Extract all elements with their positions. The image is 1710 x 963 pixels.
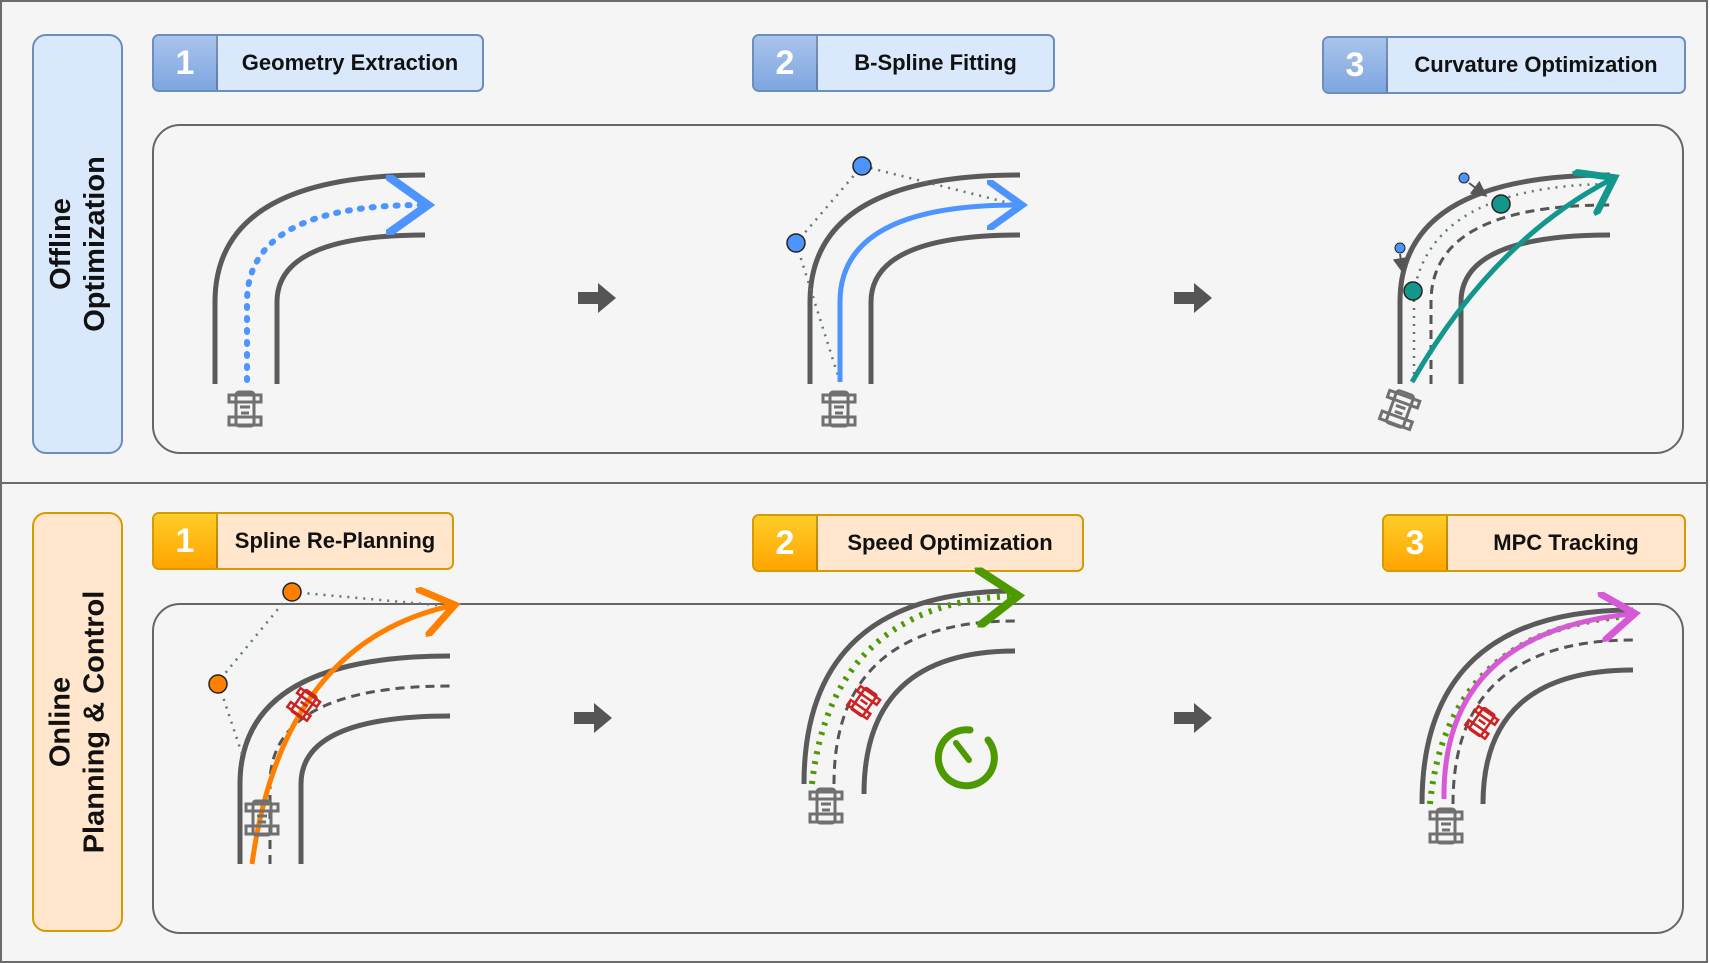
online-diagram bbox=[208, 484, 1708, 865]
control-point-icon bbox=[1458, 172, 1470, 184]
offline-section: Offline Optimization 1 Geometry Extracti… bbox=[0, 0, 1708, 485]
race-car-icon bbox=[821, 390, 857, 428]
control-point-icon bbox=[852, 156, 872, 176]
geometry-centerline-path bbox=[244, 205, 422, 383]
offline-diagram bbox=[212, 156, 1708, 432]
right-arrow-icon bbox=[1174, 283, 1212, 313]
right-arrow-icon bbox=[578, 283, 616, 313]
right-arrow-icon bbox=[1174, 703, 1212, 733]
centerline-dashed bbox=[832, 619, 1016, 785]
control-polygon bbox=[794, 164, 1018, 383]
control-point-icon bbox=[1403, 281, 1423, 301]
race-car-icon bbox=[1428, 807, 1464, 845]
speed-profile-path bbox=[809, 596, 1012, 785]
control-point-icon bbox=[1491, 194, 1511, 214]
centerline-dashed bbox=[1429, 203, 1611, 384]
track-segment-3 bbox=[1419, 607, 1634, 805]
ego-car-icon bbox=[1463, 703, 1501, 741]
stopwatch-icon bbox=[934, 726, 998, 790]
replanned-path bbox=[249, 606, 450, 865]
online-section: Online Planning & Control 1 Spline Re-Pl… bbox=[0, 482, 1708, 963]
race-car-icon bbox=[227, 390, 263, 428]
race-car-icon bbox=[1377, 386, 1423, 432]
race-car-icon bbox=[808, 787, 844, 825]
optimized-path bbox=[1409, 180, 1610, 384]
control-point-icon bbox=[786, 233, 806, 253]
ego-car-icon bbox=[845, 683, 883, 721]
control-point-icon bbox=[282, 582, 302, 602]
control-point-icon bbox=[208, 674, 228, 694]
bspline-path bbox=[837, 205, 1017, 382]
right-arrow-icon bbox=[574, 703, 612, 733]
control-point-icon bbox=[1394, 242, 1406, 254]
